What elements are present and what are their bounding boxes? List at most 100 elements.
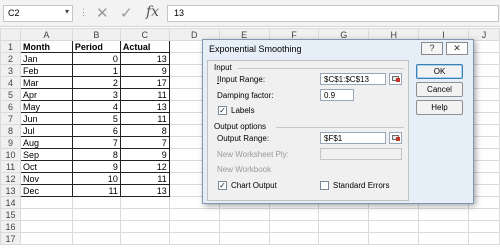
table-cell[interactable] — [71, 220, 121, 233]
formula-input[interactable]: 13 — [167, 5, 499, 22]
table-cell[interactable]: 12 — [119, 160, 170, 173]
table-cell[interactable] — [19, 208, 73, 221]
table-cell[interactable]: Sep — [19, 148, 73, 161]
select-all-corner[interactable] — [0, 28, 21, 41]
table-cell[interactable]: Aug — [19, 136, 73, 149]
row-header[interactable]: 7 — [0, 112, 21, 125]
collapse-dialog-icon[interactable] — [389, 73, 402, 85]
table-cell[interactable] — [119, 208, 170, 221]
column-header[interactable]: C — [119, 28, 170, 41]
table-cell[interactable] — [119, 196, 170, 209]
table-cell[interactable]: Dec — [19, 184, 73, 197]
labels-checkbox[interactable]: ✓ — [218, 106, 227, 115]
table-cell[interactable] — [19, 232, 73, 245]
collapse-dialog-icon[interactable] — [389, 132, 402, 144]
table-cell[interactable]: Jan — [19, 52, 73, 65]
table-cell[interactable]: 5 — [71, 112, 121, 125]
table-cell[interactable]: Month — [19, 40, 73, 53]
table-cell[interactable] — [71, 196, 121, 209]
standard-errors-checkbox[interactable] — [320, 181, 329, 190]
table-cell[interactable]: 4 — [71, 100, 121, 113]
table-cell[interactable]: 0 — [71, 52, 121, 65]
table-cell[interactable]: 11 — [119, 172, 170, 185]
table-cell[interactable]: 11 — [71, 184, 121, 197]
table-cell[interactable]: 10 — [71, 172, 121, 185]
help-icon[interactable]: ? — [421, 42, 443, 55]
help-button[interactable]: Help — [416, 100, 463, 115]
row-header[interactable]: 4 — [0, 76, 21, 89]
table-cell[interactable]: 7 — [71, 136, 121, 149]
check-icon[interactable]: ✓ — [120, 4, 133, 22]
table-cell[interactable] — [467, 220, 500, 233]
row-header[interactable]: 3 — [0, 64, 21, 77]
table-cell[interactable] — [218, 232, 270, 245]
table-cell[interactable] — [418, 232, 469, 245]
row-header[interactable]: 17 — [0, 232, 21, 245]
table-cell[interactable] — [168, 208, 220, 221]
cancel-button[interactable]: Cancel — [416, 82, 463, 97]
table-cell[interactable] — [268, 232, 320, 245]
row-header[interactable]: 9 — [0, 136, 21, 149]
row-header[interactable]: 11 — [0, 160, 21, 173]
close-icon[interactable]: ✕ — [446, 42, 468, 55]
row-header[interactable]: 6 — [0, 100, 21, 113]
table-cell[interactable] — [119, 220, 170, 233]
table-cell[interactable] — [368, 220, 420, 233]
table-cell[interactable] — [218, 208, 270, 221]
table-cell[interactable]: 2 — [71, 76, 121, 89]
output-range-field[interactable]: $F$1 — [320, 132, 386, 144]
table-cell[interactable]: 9 — [119, 64, 170, 77]
table-cell[interactable]: Jul — [19, 124, 73, 137]
table-cell[interactable]: Oct — [19, 160, 73, 173]
table-cell[interactable] — [19, 220, 73, 233]
table-cell[interactable]: 1 — [71, 64, 121, 77]
chevron-down-icon[interactable]: ▾ — [65, 7, 69, 16]
table-cell[interactable]: May — [19, 100, 73, 113]
table-cell[interactable]: 9 — [119, 148, 170, 161]
table-cell[interactable]: 13 — [119, 100, 170, 113]
table-cell[interactable] — [168, 232, 220, 245]
input-range-field[interactable]: $C$1:$C$13 — [320, 73, 386, 85]
table-cell[interactable] — [418, 208, 469, 221]
table-cell[interactable]: 9 — [71, 160, 121, 173]
table-cell[interactable] — [119, 232, 170, 245]
table-cell[interactable]: 3 — [71, 88, 121, 101]
table-cell[interactable] — [368, 208, 420, 221]
row-header[interactable]: 2 — [0, 52, 21, 65]
chart-output-checkbox[interactable]: ✓ — [218, 181, 227, 190]
table-cell[interactable]: Feb — [19, 64, 73, 77]
table-cell[interactable] — [368, 232, 420, 245]
row-header[interactable]: 15 — [0, 208, 21, 221]
table-cell[interactable]: 11 — [119, 88, 170, 101]
row-header[interactable]: 1 — [0, 40, 21, 53]
row-header[interactable]: 13 — [0, 184, 21, 197]
table-cell[interactable]: Jun — [19, 112, 73, 125]
table-cell[interactable] — [318, 220, 370, 233]
table-cell[interactable]: 13 — [119, 184, 170, 197]
row-header[interactable]: 16 — [0, 220, 21, 233]
table-cell[interactable] — [218, 220, 270, 233]
table-cell[interactable]: Apr — [19, 88, 73, 101]
table-cell[interactable]: 11 — [119, 112, 170, 125]
name-box[interactable]: C2 ▾ — [3, 5, 73, 22]
table-cell[interactable]: 6 — [71, 124, 121, 137]
close-icon[interactable]: ✕ — [96, 4, 109, 22]
table-cell[interactable] — [418, 220, 469, 233]
table-cell[interactable]: 8 — [71, 148, 121, 161]
table-cell[interactable] — [71, 232, 121, 245]
table-cell[interactable] — [268, 220, 320, 233]
row-header[interactable]: 8 — [0, 124, 21, 137]
table-cell[interactable]: 8 — [119, 124, 170, 137]
row-header[interactable]: 14 — [0, 196, 21, 209]
table-cell[interactable] — [19, 196, 73, 209]
column-header[interactable]: A — [19, 28, 73, 41]
row-header[interactable]: 10 — [0, 148, 21, 161]
table-cell[interactable]: Period — [71, 40, 121, 53]
row-header[interactable]: 5 — [0, 88, 21, 101]
table-cell[interactable]: 17 — [119, 76, 170, 89]
ok-button[interactable]: OK — [416, 64, 463, 79]
row-header[interactable]: 12 — [0, 172, 21, 185]
table-cell[interactable] — [71, 208, 121, 221]
table-cell[interactable]: Nov — [19, 172, 73, 185]
table-cell[interactable] — [318, 208, 370, 221]
